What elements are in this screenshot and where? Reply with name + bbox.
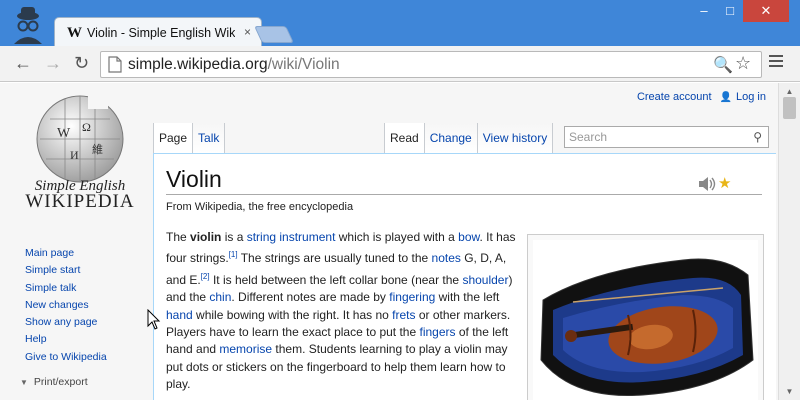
wikipedia-globe-logo[interactable]: W Ω И 維 — [30, 89, 130, 189]
article-link[interactable]: bow — [458, 230, 479, 244]
sidebar-item-new-changes[interactable]: New changes — [25, 297, 107, 314]
sidebar-item-simple-start[interactable]: Simple start — [25, 262, 107, 279]
page-icon — [108, 56, 122, 73]
article-tagline: From Wikipedia, the free encyclopedia — [166, 201, 354, 213]
violin-image-thumbnail[interactable] — [527, 234, 764, 400]
browser-menu-icon[interactable] — [769, 55, 783, 70]
svg-text:維: 維 — [92, 143, 103, 156]
create-account-link[interactable]: Create account — [637, 91, 712, 103]
tab-close-icon[interactable]: × — [244, 25, 251, 39]
address-bar[interactable]: simple.wikipedia.org/wiki/Violin 🔍 ☆ — [100, 51, 762, 78]
search-input[interactable]: Search ⚲ — [564, 126, 769, 148]
sidebar-item-give-to-wikipedia[interactable]: Give to Wikipedia — [25, 349, 107, 366]
search-icon[interactable]: ⚲ — [753, 130, 762, 144]
search-placeholder: Search — [569, 130, 608, 144]
article-link[interactable]: frets — [392, 308, 415, 322]
article-link[interactable]: memorise — [219, 342, 272, 356]
tab-change[interactable]: Change — [423, 123, 477, 153]
page-title: Violin — [166, 166, 222, 192]
bold-term: violin — [190, 230, 222, 244]
tab-page[interactable]: Page — [153, 123, 193, 153]
sidebar-item-simple-talk[interactable]: Simple talk — [25, 280, 107, 297]
wiki-page: W Ω И 維 Simple English WIKIPEDIA Main pa… — [0, 83, 778, 400]
svg-text:Ω: Ω — [82, 120, 91, 134]
print-export-toggle[interactable]: ▼ Print/export — [20, 376, 88, 388]
featured-star-icon: ★ — [718, 175, 732, 192]
sidebar-item-main-page[interactable]: Main page — [25, 245, 107, 262]
user-icon: 👤 — [719, 92, 733, 103]
zoom-icon[interactable]: 🔍 — [713, 55, 733, 75]
violin-in-case-image — [533, 240, 758, 400]
close-window-button[interactable]: ✕ — [743, 0, 789, 22]
sidebar-navigation: Main page Simple start Simple talk New c… — [25, 245, 107, 366]
scrollbar-thumb[interactable] — [783, 97, 796, 119]
browser-tab-active[interactable]: W Violin - Simple English Wiki × — [54, 17, 262, 47]
view-tabs: Read Change View history — [384, 123, 554, 153]
scroll-down-arrow-icon[interactable]: ▼ — [779, 387, 800, 396]
sidebar-item-help[interactable]: Help — [25, 331, 107, 348]
namespace-tabs: Page Talk — [153, 123, 226, 153]
article-link[interactable]: fingering — [389, 290, 435, 304]
logo-text-wikipedia: WIKIPEDIA — [25, 191, 135, 212]
personal-tools: Create account 👤 Log in — [637, 91, 766, 103]
minimize-button[interactable]: – — [691, 0, 717, 22]
svg-text:W: W — [57, 126, 71, 141]
mouse-cursor-icon — [147, 309, 161, 330]
browser-toolbar: ← → ↻ simple.wikipedia.org/wiki/Violin 🔍… — [0, 46, 800, 82]
wikipedia-favicon-icon: W — [67, 25, 82, 41]
scroll-up-arrow-icon[interactable]: ▲ — [779, 87, 800, 96]
new-tab-button[interactable] — [254, 26, 294, 43]
reference-link[interactable]: [2] — [201, 272, 210, 281]
sidebar-item-show-any-page[interactable]: Show any page — [25, 314, 107, 331]
reference-link[interactable]: [1] — [229, 250, 238, 259]
url-text[interactable]: simple.wikipedia.org/wiki/Violin — [128, 56, 340, 74]
article-link[interactable]: fingers — [420, 325, 456, 339]
title-divider — [166, 194, 762, 195]
article-link[interactable]: string instrument — [247, 230, 336, 244]
reload-button[interactable]: ↻ — [74, 53, 89, 74]
expand-triangle-icon: ▼ — [20, 378, 28, 387]
tab-read[interactable]: Read — [384, 123, 424, 153]
log-in-link[interactable]: Log in — [736, 91, 766, 103]
article-link[interactable]: notes — [432, 251, 461, 265]
article-link[interactable]: hand — [166, 308, 193, 322]
browser-titlebar: W Violin - Simple English Wiki × – □ ✕ — [0, 0, 800, 47]
article-content: Violin ★ From Wikipedia, the free encycl… — [153, 153, 776, 400]
incognito-icon — [14, 7, 42, 44]
bookmark-star-icon[interactable]: ☆ — [735, 53, 751, 74]
audio-speaker-icon[interactable] — [697, 176, 717, 192]
article-link[interactable]: chin — [209, 290, 231, 304]
tab-talk[interactable]: Talk — [192, 123, 226, 153]
tab-title: Violin - Simple English Wiki — [87, 26, 235, 40]
svg-text:И: И — [70, 148, 79, 162]
back-button[interactable]: ← — [14, 53, 32, 74]
article-paragraph: The violin is a string instrument which … — [166, 230, 516, 392]
maximize-button[interactable]: □ — [717, 0, 743, 22]
article-link[interactable]: shoulder — [462, 273, 508, 287]
forward-button[interactable]: → — [44, 53, 62, 74]
vertical-scrollbar[interactable]: ▲ ▼ — [778, 83, 800, 400]
tab-view-history[interactable]: View history — [476, 123, 554, 153]
